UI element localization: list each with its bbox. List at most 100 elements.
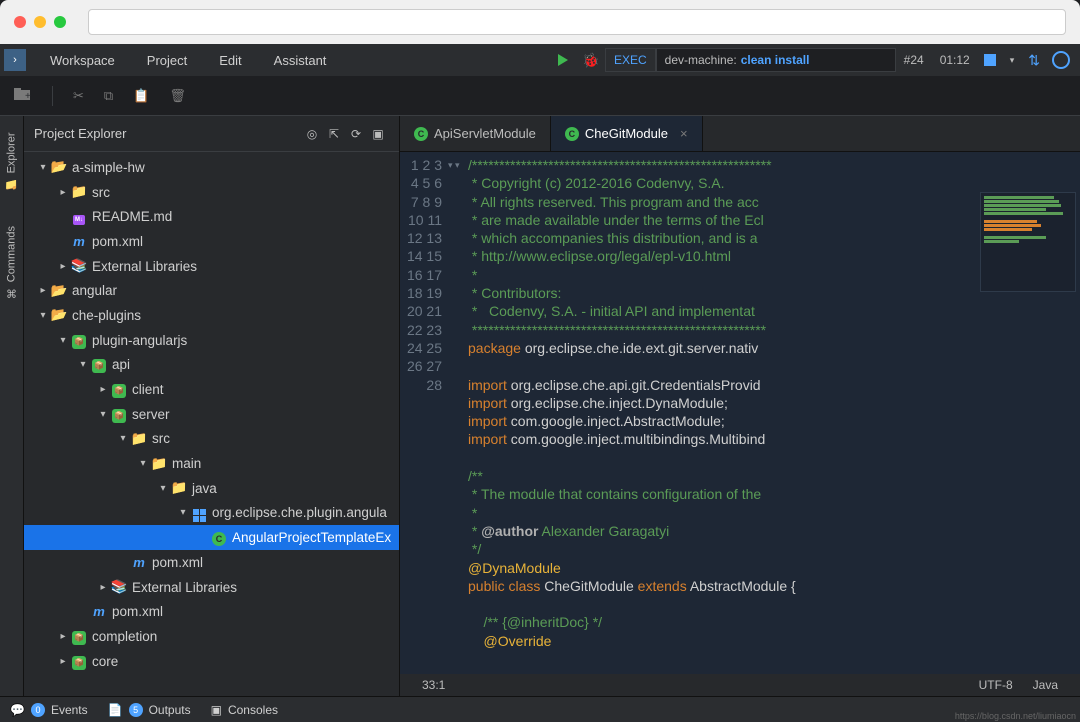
tree-label: AngularProjectTemplateEx: [232, 530, 391, 545]
tree-row[interactable]: ▾📂a-simple-hw: [24, 155, 399, 180]
dock-tab-events[interactable]: 💬0Events: [10, 703, 88, 717]
editor-tab-chegit[interactable]: C CheGitModule ×: [551, 116, 703, 151]
tree-row[interactable]: CAngularProjectTemplateEx: [24, 525, 399, 550]
link-with-editor-icon[interactable]: ◎: [301, 127, 323, 141]
stop-button-icon[interactable]: [984, 54, 996, 66]
expander-icon[interactable]: ▾: [36, 310, 50, 321]
tree-row[interactable]: ▾📁 src: [24, 427, 399, 452]
tree-row[interactable]: M↓README.md: [24, 204, 399, 229]
tree-row[interactable]: ▸📦completion: [24, 624, 399, 649]
project-explorer-panel: Project Explorer ◎ ⇱ ⟳ ▣ ▾📂a-simple-hw▸📁…: [24, 116, 400, 696]
window-close[interactable]: [14, 16, 26, 28]
new-folder-icon[interactable]: +: [14, 87, 32, 104]
expander-icon[interactable]: ▸: [96, 384, 110, 395]
exec-label[interactable]: EXEC: [605, 48, 656, 72]
expander-icon[interactable]: ▾: [156, 483, 170, 494]
tree-row[interactable]: ▸📦core: [24, 649, 399, 674]
window-zoom[interactable]: [54, 16, 66, 28]
tree-row[interactable]: mpom.xml: [24, 599, 399, 624]
tree-label: plugin-angularjs: [92, 333, 187, 348]
file-icon: 📚: [70, 258, 88, 274]
gutter-tab-commands[interactable]: ⌘Commands: [5, 218, 18, 307]
delete-icon[interactable]: 🗑: [169, 88, 186, 104]
menu-caret-icon[interactable]: ›: [4, 49, 26, 71]
file-icon: 📁: [70, 184, 88, 200]
tree-row[interactable]: ▾📦 server: [24, 402, 399, 427]
refresh-icon[interactable]: ⟳: [345, 127, 367, 141]
close-tab-icon[interactable]: ×: [680, 126, 688, 141]
tree-row[interactable]: ▾📦 plugin-angularjs: [24, 328, 399, 353]
menu-workspace[interactable]: Workspace: [34, 53, 131, 68]
file-icon: 📦: [110, 406, 128, 423]
menu-assistant[interactable]: Assistant: [258, 53, 343, 68]
run-dropdown-icon[interactable]: ▾: [1002, 55, 1023, 66]
command-host: dev-machine:: [665, 53, 737, 67]
tree-row[interactable]: ▾ org.eclipse.che.plugin.angula: [24, 501, 399, 526]
window-minimize[interactable]: [34, 16, 46, 28]
tree-row[interactable]: ▾📁main: [24, 451, 399, 476]
file-icon: 📦: [70, 332, 88, 349]
tree-label: pom.xml: [92, 234, 143, 249]
expander-icon[interactable]: ▾: [36, 162, 50, 173]
editor-tab-apiservlet[interactable]: C ApiServletModule: [400, 116, 551, 151]
file-icon: 📁: [130, 431, 148, 447]
target-icon[interactable]: [1052, 51, 1070, 69]
expander-icon[interactable]: ▸: [56, 656, 70, 667]
expander-icon[interactable]: ▸: [56, 187, 70, 198]
tree-row[interactable]: ▾📦api: [24, 353, 399, 378]
tree-row[interactable]: ▾📂che-plugins: [24, 303, 399, 328]
expander-icon[interactable]: ▾: [116, 433, 130, 444]
tree-row[interactable]: ▾📁java: [24, 476, 399, 501]
tree-label: org.eclipse.che.plugin.angula: [212, 505, 387, 520]
left-gutter: 📁Explorer ⌘Commands: [0, 116, 24, 696]
tree-row[interactable]: m pom.xml: [24, 550, 399, 575]
tree-label: angular: [72, 283, 117, 298]
panel-title: Project Explorer: [34, 126, 126, 141]
cut-icon[interactable]: ✂: [73, 88, 84, 104]
tree-label: a-simple-hw: [72, 160, 145, 175]
code-editor[interactable]: 1 2 3 4 5 6 7 8 9 10 11 12 13 14 15 16 1…: [400, 152, 1080, 674]
minimap[interactable]: [980, 192, 1076, 292]
toolbar: + ✂ ⧉ 📋 🗑: [0, 76, 1080, 116]
editor-tab-bar: C ApiServletModule C CheGitModule ×: [400, 116, 1080, 152]
collapse-all-icon[interactable]: ⇱: [323, 127, 345, 141]
run-time: 01:12: [932, 53, 978, 67]
expander-icon[interactable]: ▾: [176, 507, 190, 518]
sync-icon[interactable]: ⇅: [1022, 52, 1046, 69]
tree-label: server: [132, 407, 170, 422]
gutter-tab-explorer[interactable]: 📁Explorer: [5, 124, 18, 198]
tree-row[interactable]: ▸📁src: [24, 180, 399, 205]
paste-icon[interactable]: 📋: [133, 88, 149, 104]
file-type-icon: C: [414, 127, 428, 141]
fold-gutter[interactable]: ▾ ▾: [448, 152, 462, 674]
dock-tab-outputs[interactable]: 📄5Outputs: [108, 703, 191, 717]
run-play-icon[interactable]: [549, 54, 577, 66]
expander-icon[interactable]: ▾: [56, 335, 70, 346]
project-tree[interactable]: ▾📂a-simple-hw▸📁srcM↓README.mdmpom.xml▸📚E…: [24, 152, 399, 696]
file-language[interactable]: Java: [1023, 678, 1068, 692]
file-encoding[interactable]: UTF-8: [969, 678, 1023, 692]
expander-icon[interactable]: ▾: [136, 458, 150, 469]
command-selector[interactable]: dev-machine: clean install: [656, 48, 896, 72]
expander-icon[interactable]: ▸: [56, 631, 70, 642]
file-icon: m: [130, 555, 148, 570]
tree-row[interactable]: ▸📦client: [24, 377, 399, 402]
tree-row[interactable]: mpom.xml: [24, 229, 399, 254]
expander-icon[interactable]: ▾: [76, 359, 90, 370]
debug-icon[interactable]: 🐞: [577, 52, 605, 69]
copy-icon[interactable]: ⧉: [104, 88, 113, 104]
tree-row[interactable]: ▸📂angular: [24, 278, 399, 303]
expander-icon[interactable]: ▸: [96, 582, 110, 593]
url-bar[interactable]: [88, 9, 1066, 35]
expander-icon[interactable]: ▸: [36, 285, 50, 296]
expander-icon[interactable]: ▸: [56, 261, 70, 272]
menu-project[interactable]: Project: [131, 53, 203, 68]
tree-label: src: [152, 431, 170, 446]
pin-icon[interactable]: ▣: [367, 127, 389, 141]
menu-edit[interactable]: Edit: [203, 53, 257, 68]
expander-icon[interactable]: ▾: [96, 409, 110, 420]
tree-row[interactable]: ▸📚External Libraries: [24, 254, 399, 279]
tree-label: pom.xml: [152, 555, 203, 570]
tree-row[interactable]: ▸📚External Libraries: [24, 575, 399, 600]
dock-tab-consoles[interactable]: ▣Consoles: [211, 703, 278, 717]
